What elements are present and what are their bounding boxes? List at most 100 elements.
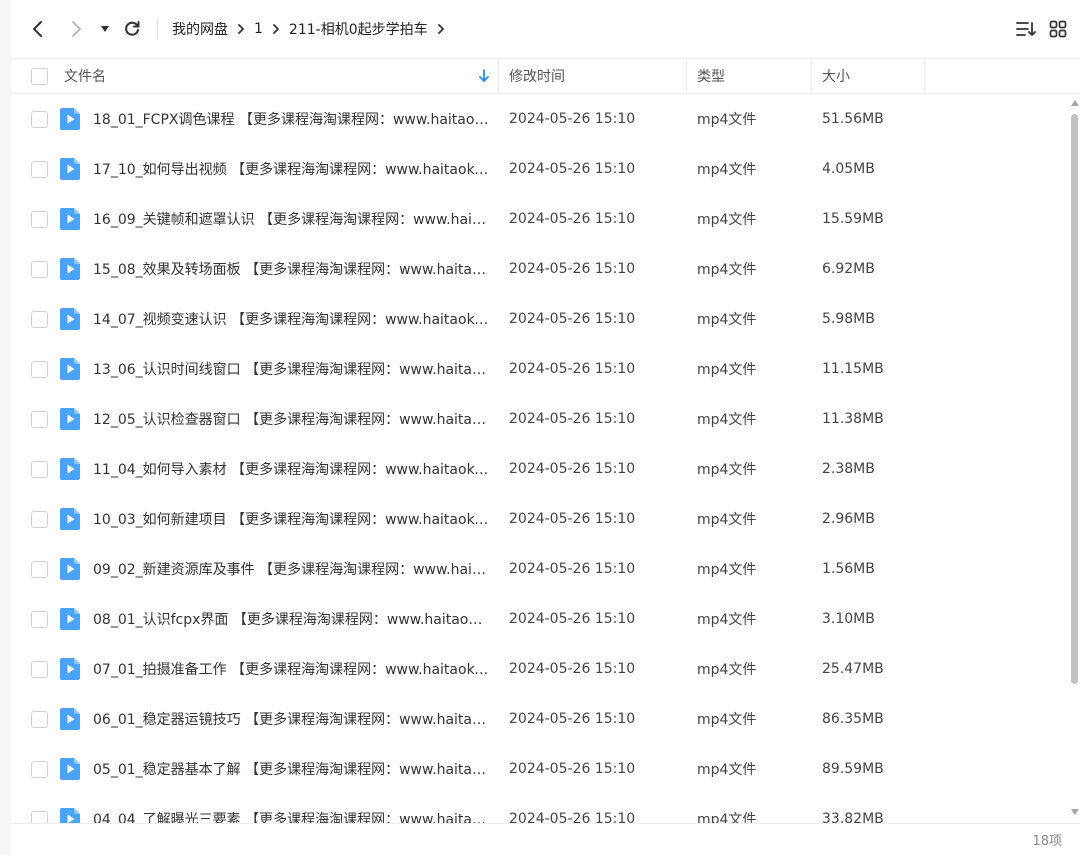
video-file-icon <box>57 107 93 131</box>
file-name[interactable]: 06_01_稳定器运镜技巧 【更多课程海淘课程网：www.haitaoke.co… <box>93 709 499 729</box>
breadcrumb: 我的网盘 1 211-相机0起步学拍车 <box>172 19 454 39</box>
table-row[interactable]: 08_01_认识fcpx界面 【更多课程海淘课程网：www.haitaoke.c… <box>11 594 1069 644</box>
row-checkbox[interactable] <box>30 160 48 178</box>
table-row[interactable]: 16_09_关键帧和遮罩认识 【更多课程海淘课程网：www.haitaoke.c… <box>11 194 1069 244</box>
vertical-scrollbar[interactable] <box>1069 94 1080 823</box>
file-type: mp4文件 <box>697 312 757 328</box>
grid-view-button[interactable] <box>1042 13 1074 45</box>
file-name[interactable]: 13_06_认识时间线窗口 【更多课程海淘课程网：www.haitaoke.co… <box>93 359 499 379</box>
scroll-up-arrow-icon[interactable] <box>1071 100 1079 106</box>
row-checkbox-cell <box>11 260 57 278</box>
row-checkbox[interactable] <box>30 710 48 728</box>
table-row[interactable]: 18_01_FCPX调色课程 【更多课程海淘课程网：www.haitaoke.c… <box>11 94 1069 144</box>
video-file-icon <box>57 607 93 631</box>
row-checkbox[interactable] <box>30 410 48 428</box>
file-modified-time: 2024-05-26 15:10 <box>509 461 636 477</box>
file-modified-time: 2024-05-26 15:10 <box>509 511 636 527</box>
select-all-cell <box>11 67 57 85</box>
file-modified-time: 2024-05-26 15:10 <box>509 611 636 627</box>
breadcrumb-item-folder-1[interactable]: 1 <box>254 21 263 37</box>
breadcrumb-item-current[interactable]: 211-相机0起步学拍车 <box>289 19 428 39</box>
file-type: mp4文件 <box>697 812 757 823</box>
column-header-type[interactable]: 类型 <box>687 59 812 93</box>
row-checkbox[interactable] <box>30 610 48 628</box>
row-checkbox-cell <box>11 110 57 128</box>
sort-menu-button[interactable] <box>1010 13 1042 45</box>
grid-view-icon <box>1049 20 1067 38</box>
row-checkbox[interactable] <box>30 210 48 228</box>
file-size: 11.15MB <box>822 361 884 377</box>
row-checkbox-cell <box>11 560 57 578</box>
file-name[interactable]: 07_01_拍摄准备工作 【更多课程海淘课程网：www.haitaoke.com… <box>93 659 499 679</box>
chevron-right-icon[interactable] <box>432 20 450 38</box>
row-checkbox[interactable] <box>30 310 48 328</box>
row-checkbox[interactable] <box>30 460 48 478</box>
row-checkbox[interactable] <box>30 560 48 578</box>
row-checkbox-cell <box>11 660 57 678</box>
file-type: mp4文件 <box>697 462 757 478</box>
toolbar: 我的网盘 1 211-相机0起步学拍车 <box>11 0 1080 58</box>
file-modified-time: 2024-05-26 15:10 <box>509 711 636 727</box>
table-row[interactable]: 11_04_如何导入素材 【更多课程海淘课程网：www.haitaoke.com… <box>11 444 1069 494</box>
row-checkbox[interactable] <box>30 810 48 823</box>
row-checkbox[interactable] <box>30 360 48 378</box>
table-row[interactable]: 17_10_如何导出视频 【更多课程海淘课程网：www.haitaoke.com… <box>11 144 1069 194</box>
refresh-button[interactable] <box>117 14 147 44</box>
table-row[interactable]: 06_01_稳定器运镜技巧 【更多课程海淘课程网：www.haitaoke.co… <box>11 694 1069 744</box>
row-checkbox[interactable] <box>30 760 48 778</box>
table-row[interactable]: 07_01_拍摄准备工作 【更多课程海淘课程网：www.haitaoke.com… <box>11 644 1069 694</box>
file-size: 1.56MB <box>822 561 875 577</box>
video-file-icon <box>57 507 93 531</box>
table-row[interactable]: 14_07_视频变速认识 【更多课程海淘课程网：www.haitaoke.com… <box>11 294 1069 344</box>
table-row[interactable]: 09_02_新建资源库及事件 【更多课程海淘课程网：www.haitaoke.c… <box>11 544 1069 594</box>
sort-descending-icon <box>479 69 489 82</box>
table-row[interactable]: 04_04_了解曝光三要素 【更多课程海淘课程网：www.haitaoke.co… <box>11 794 1069 823</box>
column-header-name-label: 文件名 <box>64 69 106 85</box>
file-name[interactable]: 12_05_认识检查器窗口 【更多课程海淘课程网：www.haitaoke.co… <box>93 409 499 429</box>
file-name[interactable]: 09_02_新建资源库及事件 【更多课程海淘课程网：www.haitaoke.c… <box>93 559 499 579</box>
file-name[interactable]: 14_07_视频变速认识 【更多课程海淘课程网：www.haitaoke.com… <box>93 309 499 329</box>
table-row[interactable]: 15_08_效果及转场面板 【更多课程海淘课程网：www.haitaoke.co… <box>11 244 1069 294</box>
video-file-icon <box>57 157 93 181</box>
file-name[interactable]: 08_01_认识fcpx界面 【更多课程海淘课程网：www.haitaoke.c… <box>93 609 499 629</box>
file-name[interactable]: 18_01_FCPX调色课程 【更多课程海淘课程网：www.haitaoke.c… <box>93 109 499 129</box>
breadcrumb-item-root[interactable]: 我的网盘 <box>172 19 228 39</box>
column-header-size[interactable]: 大小 <box>812 59 925 93</box>
video-file-icon <box>57 807 93 823</box>
row-checkbox[interactable] <box>30 260 48 278</box>
file-size: 15.59MB <box>822 211 884 227</box>
select-all-checkbox[interactable] <box>30 67 48 85</box>
file-name[interactable]: 17_10_如何导出视频 【更多课程海淘课程网：www.haitaoke.com… <box>93 159 499 179</box>
row-checkbox[interactable] <box>30 510 48 528</box>
table-row[interactable]: 12_05_认识检查器窗口 【更多课程海淘课程网：www.haitaoke.co… <box>11 394 1069 444</box>
file-name[interactable]: 15_08_效果及转场面板 【更多课程海淘课程网：www.haitaoke.co… <box>93 259 499 279</box>
file-name[interactable]: 05_01_稳定器基本了解 【更多课程海淘课程网：www.haitaoke.co… <box>93 759 499 779</box>
table-row[interactable]: 13_06_认识时间线窗口 【更多课程海淘课程网：www.haitaoke.co… <box>11 344 1069 394</box>
column-header-name[interactable]: 文件名 <box>57 59 499 93</box>
row-checkbox[interactable] <box>30 110 48 128</box>
refresh-icon <box>125 21 140 36</box>
file-type: mp4文件 <box>697 562 757 578</box>
video-file-icon <box>57 557 93 581</box>
back-button[interactable] <box>23 14 53 44</box>
table-row[interactable]: 05_01_稳定器基本了解 【更多课程海淘课程网：www.haitaoke.co… <box>11 744 1069 794</box>
file-name[interactable]: 04_04_了解曝光三要素 【更多课程海淘课程网：www.haitaoke.co… <box>93 809 499 823</box>
row-checkbox-cell <box>11 360 57 378</box>
file-name[interactable]: 11_04_如何导入素材 【更多课程海淘课程网：www.haitaoke.com… <box>93 459 499 479</box>
window-left-edge <box>0 0 11 855</box>
file-type: mp4文件 <box>697 162 757 178</box>
file-name[interactable]: 16_09_关键帧和遮罩认识 【更多课程海淘课程网：www.haitaoke.c… <box>93 209 499 229</box>
file-size: 2.96MB <box>822 511 875 527</box>
file-type: mp4文件 <box>697 262 757 278</box>
scroll-down-arrow-icon[interactable] <box>1071 809 1079 815</box>
file-size: 4.05MB <box>822 161 875 177</box>
table-row[interactable]: 10_03_如何新建项目 【更多课程海淘课程网：www.haitaoke.com… <box>11 494 1069 544</box>
history-dropdown-button[interactable] <box>95 14 115 44</box>
scrollbar-thumb[interactable] <box>1071 114 1078 684</box>
column-header-time-label: 修改时间 <box>509 69 565 85</box>
column-header-time[interactable]: 修改时间 <box>499 59 687 93</box>
forward-button[interactable] <box>61 14 91 44</box>
row-checkbox[interactable] <box>30 660 48 678</box>
file-name[interactable]: 10_03_如何新建项目 【更多课程海淘课程网：www.haitaoke.com… <box>93 509 499 529</box>
file-modified-time: 2024-05-26 15:10 <box>509 311 636 327</box>
